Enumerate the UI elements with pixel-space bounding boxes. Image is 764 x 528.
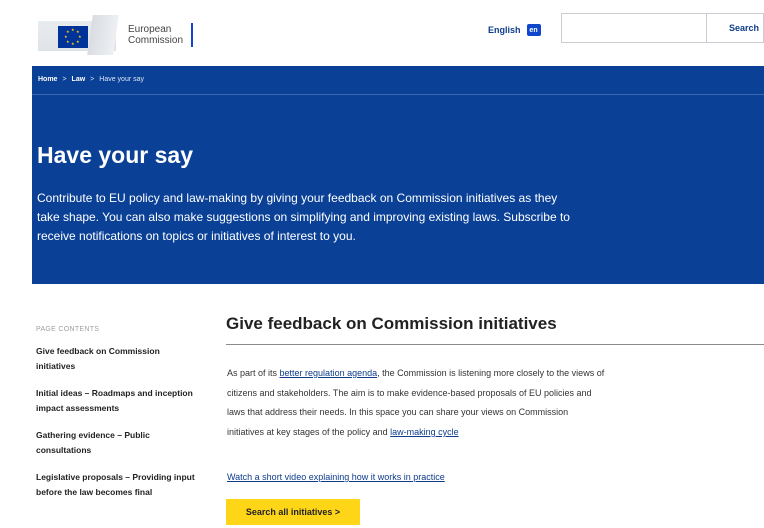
logo-text: European Commission bbox=[128, 24, 183, 46]
page-contents-nav: PAGE CONTENTS Give feedback on Commissio… bbox=[36, 326, 196, 512]
page-contents-item-give-feedback[interactable]: Give feedback on Commission initiatives bbox=[36, 344, 196, 374]
breadcrumb: Home > Law > Have your say bbox=[38, 76, 144, 83]
hero-banner: Home > Law > Have your say Have your say… bbox=[32, 66, 764, 284]
section-title: Give feedback on Commission initiatives bbox=[226, 314, 557, 333]
page-contents-item-initial-ideas[interactable]: Initial ideas – Roadmaps and inception i… bbox=[36, 386, 196, 416]
breadcrumb-separator: > bbox=[62, 76, 67, 83]
search-form: Search bbox=[561, 13, 764, 43]
breadcrumb-separator: > bbox=[90, 76, 95, 83]
main-content: Give feedback on Commission initiatives … bbox=[226, 314, 764, 525]
page-contents-heading: PAGE CONTENTS bbox=[36, 326, 100, 333]
better-regulation-link[interactable]: better regulation agenda bbox=[280, 368, 378, 378]
logo-line-1: European bbox=[128, 24, 172, 35]
section-divider bbox=[226, 344, 764, 345]
video-link[interactable]: Watch a short video explaining how it wo… bbox=[227, 472, 445, 482]
section-body: As part of its better regulation agenda,… bbox=[227, 364, 607, 442]
logo-line-2: Commission bbox=[128, 35, 184, 46]
breadcrumb-current: Have your say bbox=[99, 76, 145, 83]
language-selector[interactable]: English en bbox=[488, 24, 541, 36]
page-contents-item-legislative-proposals[interactable]: Legislative proposals – Providing input … bbox=[36, 470, 196, 500]
logo-divider bbox=[191, 23, 194, 47]
logo-graphic: ★ ★ ★ ★ ★ ★ ★ ★ bbox=[38, 15, 119, 55]
search-input[interactable] bbox=[562, 14, 706, 42]
ec-logo[interactable]: ★ ★ ★ ★ ★ ★ ★ ★ European Commission bbox=[38, 14, 194, 56]
search-button[interactable]: Search bbox=[706, 14, 763, 42]
search-initiatives-button[interactable]: Search all initiatives > bbox=[226, 499, 360, 525]
page-intro: Contribute to EU policy and law-making b… bbox=[37, 191, 570, 243]
body-text-1: As part of its bbox=[227, 368, 280, 378]
breadcrumb-home[interactable]: Home bbox=[38, 76, 57, 83]
language-label: English bbox=[488, 25, 521, 35]
law-making-cycle-link[interactable]: law-making cycle bbox=[390, 427, 459, 437]
site-header: ★ ★ ★ ★ ★ ★ ★ ★ European Commission Engl… bbox=[0, 0, 764, 66]
breadcrumb-law[interactable]: Law bbox=[72, 76, 86, 83]
language-code-badge: en bbox=[526, 24, 541, 36]
page-contents-item-gathering-evidence[interactable]: Gathering evidence – Public consultation… bbox=[36, 428, 196, 458]
breadcrumb-divider bbox=[32, 94, 764, 95]
eu-flag-icon: ★ ★ ★ ★ ★ ★ ★ ★ bbox=[58, 26, 88, 48]
page-title: Have your say bbox=[37, 142, 193, 168]
